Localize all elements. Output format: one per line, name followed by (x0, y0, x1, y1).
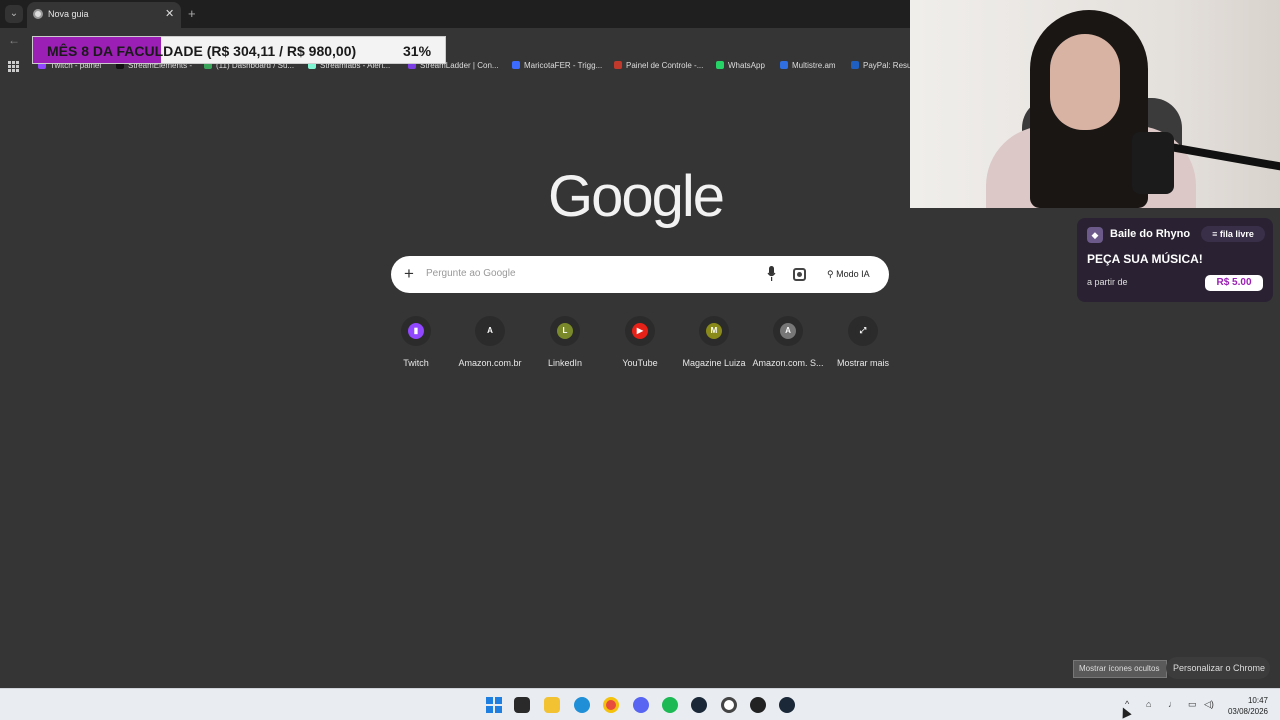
screen: ⌄ Nova guia ✕ + ← Twitch - painel StreamE… (0, 0, 1280, 720)
widget-headline: PEÇA SUA MÚSICA! (1087, 252, 1203, 266)
shortcut-tile[interactable]: ▶ YouTube (603, 316, 677, 368)
shortcut-label: YouTube (622, 358, 658, 368)
obs-icon[interactable] (721, 697, 737, 713)
tab-title: Nova guia (48, 9, 89, 19)
shortcut-icon: A (475, 316, 505, 346)
file-explorer-icon[interactable] (544, 697, 560, 713)
bookmark-label: WhatsApp (728, 61, 765, 70)
shortcut-icon: ▶ (625, 316, 655, 346)
clock-date: 03/08/2026 (1227, 707, 1268, 716)
shortcut-tile[interactable]: A Amazon.com. S... (751, 316, 825, 368)
widget-price: R$ 5.00 (1205, 275, 1263, 291)
shortcut-tile[interactable]: L LinkedIn (528, 316, 602, 368)
bookmark-favicon-icon (716, 61, 724, 69)
spotify-icon[interactable] (662, 697, 678, 713)
bookmark-item[interactable]: Multistre.am (780, 61, 836, 70)
bookmark-item[interactable]: WhatsApp (716, 61, 765, 70)
bookmark-item[interactable]: PayPal: Resum (851, 61, 918, 70)
apps-grid-icon[interactable] (8, 61, 19, 72)
shortcut-glyph: A (482, 323, 498, 339)
goal-percent: 31% (403, 43, 432, 59)
new-tab-button[interactable]: + (188, 6, 196, 21)
volume-tray-icon[interactable]: ◁) (1204, 699, 1214, 710)
shortcut-icon: ⤢ (848, 316, 878, 346)
bookmark-favicon-icon (512, 61, 520, 69)
bookmark-item[interactable]: Painel de Controle -... (614, 61, 703, 70)
bookmark-label: MaricotaFER - Trigg... (524, 61, 603, 70)
bookmark-favicon-icon (851, 61, 859, 69)
ai-mode-label: Modo IA (836, 269, 870, 279)
shortcut-tile[interactable]: ▮ Twitch (379, 316, 453, 368)
app-icon[interactable] (750, 697, 766, 713)
system-clock[interactable]: 10:47 03/08/2026 (1226, 695, 1268, 717)
bookmark-favicon-icon (614, 61, 622, 69)
customize-chrome-button[interactable]: Personalizar o Chrome (1166, 657, 1270, 679)
tab-search-chevron-icon[interactable]: ⌄ (5, 5, 23, 23)
shortcut-icon: ▮ (401, 316, 431, 346)
shortcut-glyph: A (780, 323, 796, 339)
mic-tray-icon[interactable]: ♩ (1168, 699, 1177, 709)
shortcut-glyph: ▶ (632, 323, 648, 339)
network-tray-icon[interactable]: ⌂ (1146, 699, 1151, 709)
shortcut-glyph: ▮ (408, 323, 424, 339)
shortcut-tile[interactable]: M Magazine Luiza (677, 316, 751, 368)
bookmark-label: Multistre.am (792, 61, 836, 70)
rhyno-logo-icon: ◆ (1087, 227, 1103, 243)
terminal-icon[interactable] (514, 697, 530, 713)
tab-strip: ⌄ Nova guia ✕ + (0, 0, 910, 28)
shortcut-label: LinkedIn (547, 358, 583, 368)
bookmark-favicon-icon (780, 61, 788, 69)
windows-start-icon[interactable] (486, 697, 502, 713)
widget-price-label: a partir de (1087, 277, 1128, 287)
shortcut-label: Mostrar mais (836, 358, 889, 368)
ai-search-icon: ⚲ (827, 269, 834, 279)
bookmark-label: Painel de Controle -... (626, 61, 704, 70)
google-logo: Google (548, 164, 725, 229)
shortcut-label: Magazine Luiza (682, 358, 746, 368)
discord-icon[interactable] (633, 697, 649, 713)
steam-icon[interactable] (691, 697, 707, 713)
back-arrow-icon[interactable]: ← (8, 33, 20, 47)
shortcut-label: Amazon.com. S... (752, 358, 824, 368)
shortcut-icon: M (699, 316, 729, 346)
bookmark-item[interactable]: MaricotaFER - Trigg... (512, 61, 602, 70)
clock-time: 10:47 (1247, 696, 1268, 705)
search-box[interactable]: + Pergunte ao Google ⚲ Modo IA (391, 256, 889, 293)
webcam-feed (910, 0, 1280, 208)
tab-nova-guia[interactable]: Nova guia ✕ (27, 2, 181, 28)
song-request-widget: ◆ Baile do Rhyno ≡ fila livre PEÇA SUA M… (1077, 218, 1273, 302)
search-input[interactable]: Pergunte ao Google (426, 268, 516, 279)
goal-text: MÊS 8 DA FACULDADE (R$ 304,11 / R$ 980,0… (47, 43, 357, 59)
ai-mode-button[interactable]: ⚲ Modo IA (819, 262, 879, 286)
shortcut-icon: L (550, 316, 580, 346)
hidden-icons-tooltip: Mostrar ícones ocultos (1073, 660, 1167, 678)
mic-icon[interactable] (767, 266, 776, 281)
goal-progress-banner: MÊS 8 DA FACULDADE (R$ 304,11 / R$ 980,0… (32, 36, 446, 64)
google-lens-icon[interactable] (793, 268, 806, 281)
widget-channel-name: Baile do Rhyno (1110, 228, 1191, 240)
shortcut-glyph: ⤢ (855, 323, 871, 339)
shortcut-icon: A (773, 316, 803, 346)
queue-status-badge: ≡ fila livre (1201, 226, 1265, 242)
shortcut-tile[interactable]: A Amazon.com.br (453, 316, 527, 368)
add-attachment-icon[interactable]: + (404, 264, 414, 284)
edge-icon[interactable] (574, 697, 590, 713)
shortcut-glyph: M (706, 323, 722, 339)
close-tab-icon[interactable]: ✕ (165, 7, 174, 20)
taskbar: ^ ⌂ ♩ ▭ ◁) 10:47 03/08/2026 (0, 688, 1280, 720)
chrome-taskbar-icon[interactable] (603, 697, 619, 713)
shortcut-tile[interactable]: ⤢ Mostrar mais (826, 316, 900, 368)
steam-secondary-icon[interactable] (779, 697, 795, 713)
display-tray-icon[interactable]: ▭ (1188, 699, 1197, 710)
chrome-icon (33, 9, 43, 19)
shortcut-label: Twitch (403, 358, 429, 368)
shortcut-glyph: L (557, 323, 573, 339)
shortcut-label: Amazon.com.br (458, 358, 522, 368)
